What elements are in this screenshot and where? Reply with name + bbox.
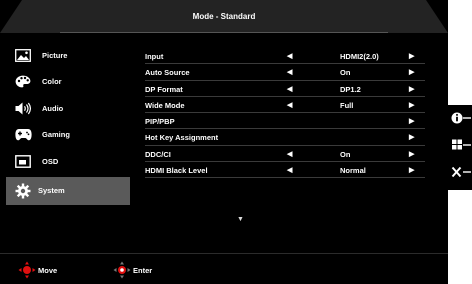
setting-value: HDMI2(2.0) xyxy=(340,52,379,61)
left-arrow-icon[interactable]: ◀ xyxy=(287,52,292,60)
picture-icon xyxy=(14,48,32,62)
menu-key[interactable] xyxy=(451,138,471,156)
hotkey-panel xyxy=(448,105,472,190)
right-arrow-icon[interactable]: ▶ xyxy=(409,85,414,93)
side-menu: Picture Color Audio Gaming OSD System xyxy=(6,42,130,205)
joystick-press-icon xyxy=(113,261,131,279)
palette-icon xyxy=(14,75,32,89)
left-arrow-icon[interactable]: ◀ xyxy=(287,85,292,93)
row-divider xyxy=(145,177,425,179)
bottom-bar: Move Enter xyxy=(0,253,448,284)
sidebar-item-gaming[interactable]: Gaming xyxy=(6,122,130,149)
gear-icon xyxy=(14,183,32,198)
setting-label: DP Format xyxy=(145,84,183,94)
setting-value: On xyxy=(340,68,351,78)
setting-row[interactable]: Wide Mode ◀ Full ▶ xyxy=(145,97,425,114)
settings-list: Input ◀ HDMI2(2.0) ▶ Auto Source ◀ On ▶ DP Forma… xyxy=(145,48,425,179)
info-key[interactable] xyxy=(451,111,471,129)
right-arrow-icon[interactable]: ▶ xyxy=(409,101,414,109)
setting-label: HDMI Black Level xyxy=(145,166,208,176)
close-key[interactable] xyxy=(451,165,471,183)
info-icon xyxy=(451,111,471,130)
setting-label: PIP/PBP xyxy=(145,117,175,127)
sidebar-item-audio[interactable]: Audio xyxy=(6,95,130,122)
sidebar-item-system[interactable]: System xyxy=(6,176,130,205)
close-icon xyxy=(451,165,471,184)
setting-row[interactable]: HDMI Black Level ◀ Normal ▶ xyxy=(145,162,425,179)
setting-row[interactable]: Input ◀ HDMI2(2.0) ▶ xyxy=(145,48,425,65)
enter-hint: Enter xyxy=(113,261,152,279)
setting-value: On xyxy=(340,149,351,159)
right-arrow-icon[interactable]: ▶ xyxy=(409,68,414,76)
gamepad-icon xyxy=(14,128,32,142)
setting-label: Auto Source xyxy=(145,68,190,78)
page-title: Mode - Standard xyxy=(192,12,256,21)
left-arrow-icon[interactable]: ◀ xyxy=(287,68,292,76)
osd-menu: Mode - Standard Picture Color Audio Gami… xyxy=(0,0,448,284)
right-arrow-icon[interactable]: ▶ xyxy=(409,166,414,174)
setting-value: DP1.2 xyxy=(340,84,361,94)
right-arrow-icon[interactable]: ▶ xyxy=(409,150,414,158)
setting-value: Full xyxy=(340,100,354,110)
enter-label: Enter xyxy=(133,265,153,275)
setting-value: Normal xyxy=(340,166,366,176)
setting-label: Hot Key Assignment xyxy=(145,133,219,143)
sidebar-item-color[interactable]: Color xyxy=(6,69,130,96)
setting-label: Input xyxy=(145,52,164,61)
setting-row[interactable]: PIP/PBP ▶ xyxy=(145,113,425,130)
left-arrow-icon[interactable]: ◀ xyxy=(287,101,292,109)
move-hint: Move xyxy=(18,261,57,279)
setting-row[interactable]: Hot Key Assignment ▶ xyxy=(145,129,425,146)
setting-row[interactable]: DP Format ◀ DP1.2 ▶ xyxy=(145,81,425,97)
scroll-down-icon[interactable]: ▼ xyxy=(237,216,244,223)
right-arrow-icon[interactable]: ▶ xyxy=(409,117,414,125)
grid-icon xyxy=(451,138,471,157)
joystick-icon xyxy=(18,261,36,279)
setting-row[interactable]: Auto Source ◀ On ▶ xyxy=(145,64,425,81)
right-arrow-icon[interactable]: ▶ xyxy=(409,133,414,141)
left-arrow-icon[interactable]: ◀ xyxy=(287,166,292,174)
setting-label: Wide Mode xyxy=(145,100,185,110)
left-arrow-icon[interactable]: ◀ xyxy=(287,150,292,158)
sidebar-item-picture[interactable]: Picture xyxy=(6,42,130,69)
title-bar: Mode - Standard xyxy=(0,0,448,33)
setting-label: DDC/CI xyxy=(145,149,171,159)
osd-icon xyxy=(14,154,32,168)
move-label: Move xyxy=(38,265,58,275)
right-arrow-icon[interactable]: ▶ xyxy=(409,52,414,60)
speaker-icon xyxy=(14,101,32,115)
sidebar-item-osd[interactable]: OSD xyxy=(6,148,130,175)
setting-row[interactable]: DDC/CI ◀ On ▶ xyxy=(145,146,425,163)
